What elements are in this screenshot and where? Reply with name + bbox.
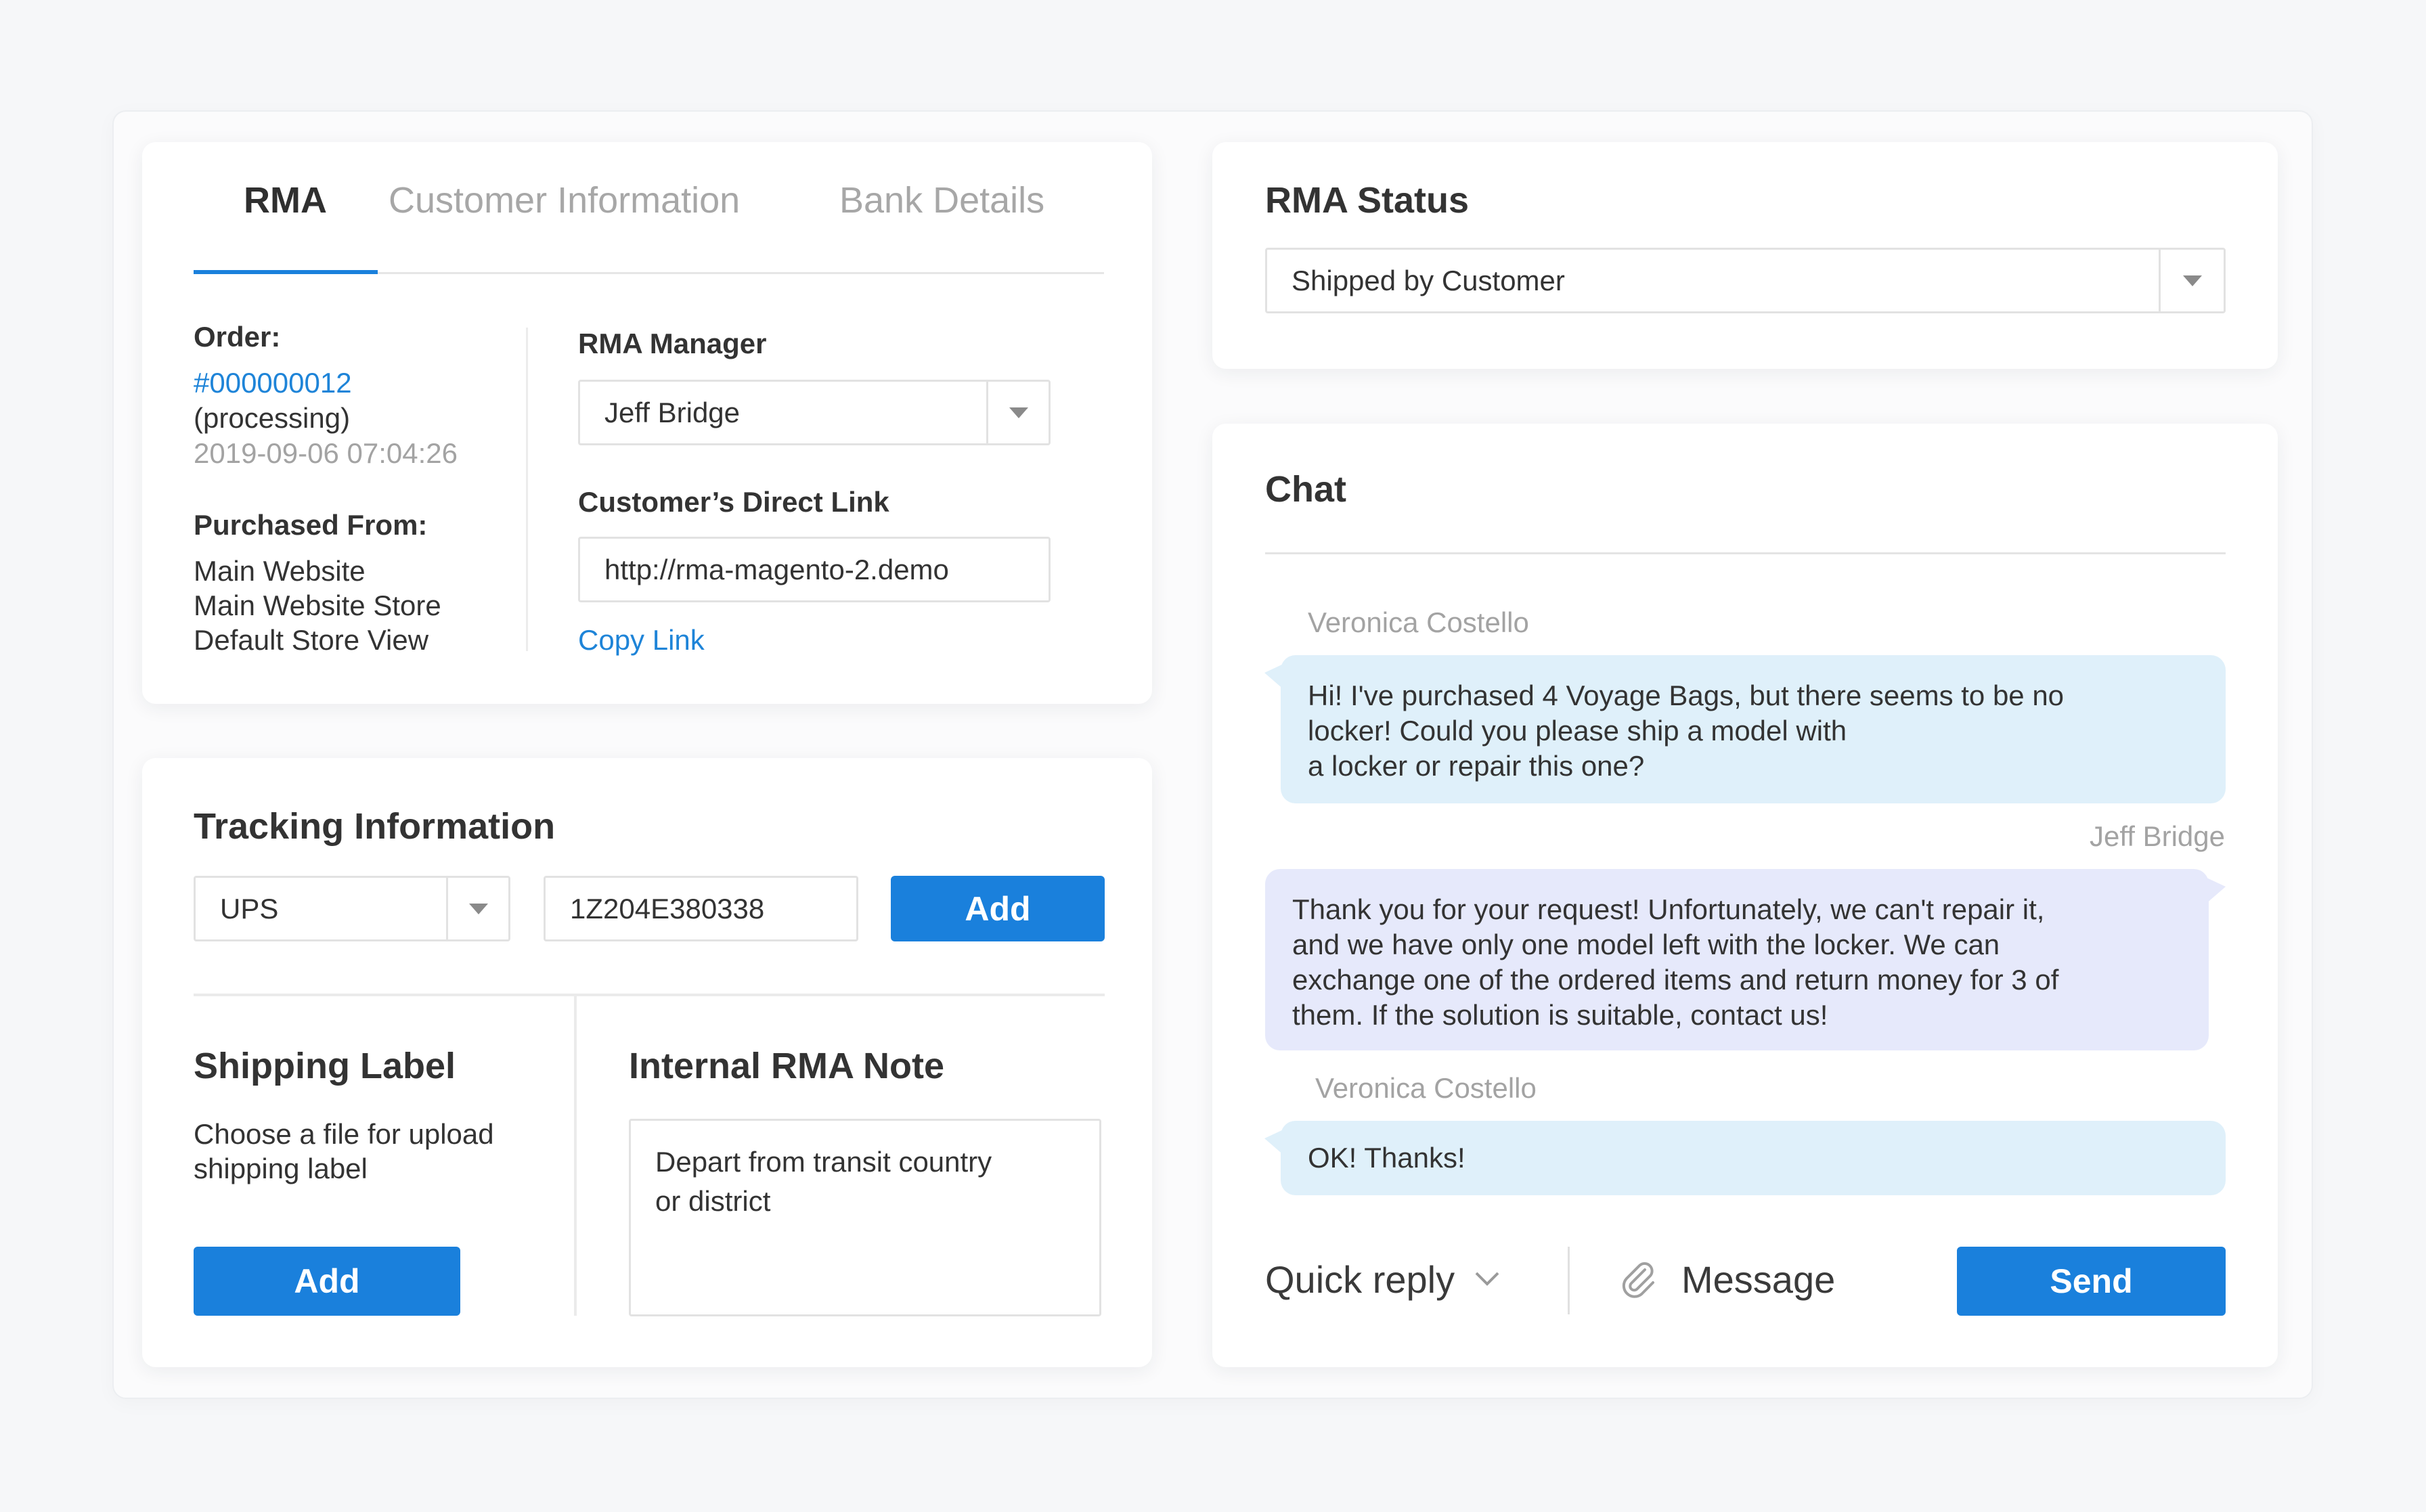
rma-status-title: RMA Status	[1265, 180, 1470, 221]
carrier-select[interactable]: UPS	[194, 876, 510, 941]
shipping-label-desc-line1: Choose a file for upload	[194, 1118, 494, 1150]
tracking-divider	[194, 994, 1105, 996]
purchased-from-website: Main Website	[194, 555, 366, 587]
rma-status-value: Shipped by Customer	[1292, 264, 1565, 296]
order-date: 2019-09-06 07:04:26	[194, 437, 458, 469]
incoming-message: Hi! I've purchased 4 Voyage Bags, but th…	[1281, 655, 2226, 803]
dropdown-arrow-icon[interactable]	[986, 382, 1049, 443]
rma-status-select[interactable]: Shipped by Customer	[1265, 248, 2226, 313]
chat-divider	[1265, 552, 2226, 554]
bubble-tail-icon	[1264, 663, 1285, 690]
rma-manager-value: Jeff Bridge	[604, 396, 741, 428]
carrier-value: UPS	[220, 892, 279, 925]
dropdown-arrow-icon[interactable]	[446, 878, 508, 939]
message-line: a locker or repair this one?	[1308, 750, 1645, 782]
tracking-number-input[interactable]	[544, 876, 858, 941]
internal-note-textarea[interactable]: Depart from transit country or district	[629, 1119, 1101, 1316]
order-label: Order:	[194, 321, 281, 353]
incoming-message: OK! Thanks!	[1281, 1121, 2226, 1195]
quick-reply-dropdown[interactable]: Quick reply	[1265, 1253, 1501, 1305]
message-line: Hi! I've purchased 4 Voyage Bags, but th…	[1308, 680, 2065, 711]
tab-customer-information[interactable]: Customer Information	[389, 179, 740, 221]
copy-link-button[interactable]: Copy Link	[578, 623, 705, 658]
quick-reply-label: Quick reply	[1265, 1258, 1455, 1301]
composer-divider	[1568, 1247, 1570, 1314]
message-author: Veronica Costello	[1315, 1072, 1537, 1104]
internal-note-line1: Depart from transit country	[655, 1146, 992, 1178]
shipping-label-desc-line2: shipping label	[194, 1153, 368, 1184]
internal-note-line2: or district	[655, 1185, 771, 1217]
message-line: locker! Could you please ship a model wi…	[1308, 715, 1847, 747]
tracking-title: Tracking Information	[194, 806, 556, 847]
order-status: (processing)	[194, 402, 351, 434]
message-line: and we have only one model left with the…	[1292, 929, 2000, 960]
chat-title: Chat	[1265, 469, 1346, 510]
tab-label: Bank Details	[839, 180, 1045, 221]
tab-bank-details[interactable]: Bank Details	[839, 179, 1044, 221]
message-line: Thank you for your request! Unfortunatel…	[1292, 893, 2045, 925]
message-author: Veronica Costello	[1308, 606, 1529, 638]
order-number-link[interactable]: #000000012	[194, 365, 352, 401]
chevron-down-icon	[1475, 1272, 1499, 1286]
shipping-label-title: Shipping Label	[194, 1046, 456, 1086]
active-tab-indicator	[194, 270, 378, 274]
add-tracking-button[interactable]: Add	[891, 876, 1105, 941]
tab-label: Customer Information	[389, 180, 741, 221]
purchased-from-store-view: Default Store View	[194, 624, 429, 656]
bubble-tail-icon	[1264, 1129, 1285, 1156]
direct-link-label: Customer’s Direct Link	[578, 486, 889, 518]
paperclip-icon[interactable]	[1616, 1258, 1660, 1301]
section-divider	[574, 996, 577, 1316]
message-line: OK! Thanks!	[1308, 1142, 1465, 1174]
message-author: Jeff Bridge	[2089, 820, 2225, 852]
purchased-from-store: Main Website Store	[194, 590, 441, 621]
tab-label: RMA	[244, 180, 327, 221]
rma-manager-select[interactable]: Jeff Bridge	[578, 380, 1051, 445]
column-divider	[526, 328, 528, 651]
message-input[interactable]	[1681, 1253, 1939, 1305]
rma-manager-label: RMA Manager	[578, 328, 767, 359]
bubble-tail-icon	[2205, 877, 2226, 904]
send-button[interactable]: Send	[1957, 1247, 2226, 1316]
purchased-from-label: Purchased From:	[194, 509, 428, 541]
message-line: exchange one of the ordered items and re…	[1292, 964, 2059, 996]
message-line: them. If the solution is suitable, conta…	[1292, 999, 1828, 1031]
outgoing-message: Thank you for your request! Unfortunatel…	[1265, 869, 2209, 1050]
add-shipping-label-button[interactable]: Add	[194, 1247, 460, 1316]
direct-link-input[interactable]	[578, 537, 1051, 602]
dropdown-arrow-icon[interactable]	[2159, 250, 2224, 311]
internal-note-title: Internal RMA Note	[629, 1046, 945, 1086]
tab-rma[interactable]: RMA	[244, 179, 327, 221]
